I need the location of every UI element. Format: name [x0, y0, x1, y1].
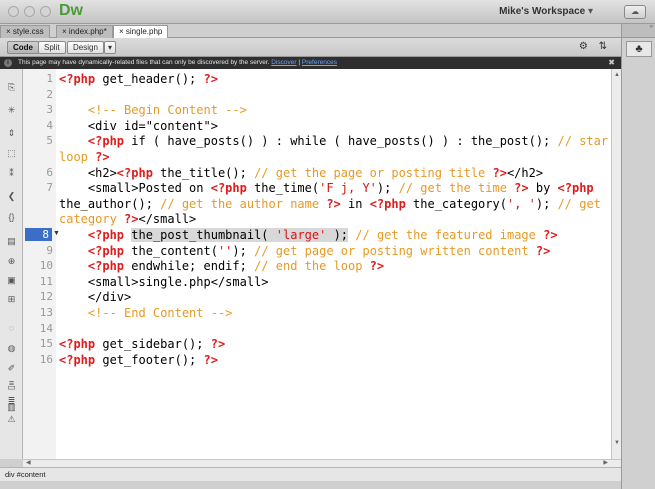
info-bar: i This page may have dynamically-related… — [0, 57, 621, 69]
discover-link[interactable]: Discover — [271, 59, 296, 66]
info-message: This page may have dynamically-related f… — [18, 59, 270, 66]
tab-single-php[interactable]: × single.php — [113, 25, 169, 38]
code-line[interactable]: <?php get_footer(); ?> — [59, 353, 609, 369]
highlight-invalid-code-icon[interactable]: ⊕ — [5, 255, 18, 268]
line-number: 9 — [46, 243, 53, 257]
close-icon[interactable]: × — [6, 27, 13, 36]
select-parent-tag-icon[interactable]: ❮ — [5, 190, 18, 203]
scroll-left-icon[interactable]: ◀ — [26, 459, 31, 466]
close-icon[interactable]: × — [62, 27, 69, 36]
code-line[interactable] — [59, 88, 609, 104]
code-line[interactable]: <?php get_header(); ?> — [59, 72, 609, 88]
code-line[interactable]: <?php endwhile; endif; // end the loop ?… — [59, 259, 609, 275]
open-documents-icon[interactable]: ⎘ — [5, 81, 18, 94]
collapse-selection-icon[interactable]: ⬚ — [5, 147, 18, 160]
line-number: 11 — [39, 274, 53, 288]
line-number: 14 — [39, 321, 53, 335]
code-line[interactable]: <?php the_content(''); // get page or po… — [59, 244, 609, 260]
chevron-down-icon: ▾ — [587, 6, 593, 17]
code-line[interactable]: <div id="content"> — [59, 119, 609, 135]
line-numbers-icon[interactable]: ▤ — [5, 235, 18, 248]
line-number: 12 — [39, 290, 53, 304]
files-panel-icon[interactable]: ♣ — [626, 41, 652, 57]
close-icon[interactable]: ✖ — [608, 57, 615, 69]
move-css-icon[interactable]: ▥ — [5, 401, 18, 414]
panel-dock: » ♣ — [621, 24, 655, 489]
code-line[interactable]: </div> — [59, 290, 609, 306]
info-icon: i — [4, 59, 12, 67]
design-dropdown-button[interactable]: ▾ — [104, 41, 117, 54]
line-number: 15 — [39, 337, 53, 351]
line-number: 4 — [46, 118, 53, 132]
code-line[interactable]: <h2><?php the_title(); // get the page o… — [59, 166, 609, 182]
close-icon[interactable]: × — [119, 27, 126, 36]
syntax-error-alerts-icon[interactable]: ▣ — [5, 274, 18, 287]
code-line[interactable]: <small>single.php</small> — [59, 275, 609, 291]
current-line-number: 8 — [25, 228, 52, 241]
window-bottom-edge — [0, 481, 621, 489]
code-line[interactable]: <!-- End Content --> — [59, 306, 609, 322]
workspace-label: Mike's Workspace — [499, 6, 586, 17]
tab-label: style.css — [12, 27, 44, 36]
line-number: 2 — [46, 87, 53, 101]
workspace-switcher[interactable]: Mike's Workspace ▾ — [499, 6, 593, 17]
code-line[interactable]: <?php the_post_thumbnail( 'large' ); // … — [59, 227, 609, 244]
line-number: 13 — [39, 306, 53, 319]
recent-snippets-icon[interactable]: ▭ — [5, 381, 18, 394]
code-line[interactable]: <?php if ( have_posts() ) : while ( have… — [59, 134, 609, 150]
word-wrap-icon[interactable]: ⊞ — [5, 293, 18, 306]
code-editor[interactable]: 1 2 3 4 5 6 7 8 ▼ 9 10 11 12 13 14 15 16… — [23, 69, 611, 459]
title-bar: Dw Mike's Workspace ▾ ☁ — [0, 0, 655, 24]
coding-toolbar: ⎘ ✳ ⇕ ⬚ ⁑ ❮ {} ▤ ⊕ ▣ ⊞ ◌ ◍ ✐ ▭ ▥ — [0, 69, 23, 459]
close-window-icon[interactable] — [8, 6, 19, 17]
tab-style-css[interactable]: × style.css — [0, 25, 50, 38]
code-view-button[interactable]: Code — [7, 41, 39, 54]
split-view-button[interactable]: Split — [38, 41, 66, 54]
zoom-window-icon[interactable] — [40, 6, 51, 17]
line-number: 3 — [46, 103, 53, 117]
code-line[interactable] — [59, 322, 609, 338]
scroll-right-icon[interactable]: ▶ — [603, 459, 608, 466]
expand-all-icon[interactable]: ⁑ — [5, 167, 18, 180]
code-line[interactable]: loop ?> — [59, 150, 609, 166]
code-line[interactable]: <?php get_sidebar(); ?> — [59, 337, 609, 353]
toolbar-options-icons[interactable]: ⚙ ⇅ — [579, 41, 611, 52]
horizontal-scrollbar[interactable]: ◀ ▶ — [23, 459, 621, 467]
document-toolbar: Code Split Design ▾ ⚙ ⇅ — [0, 38, 621, 57]
scroll-up-icon[interactable]: ▲ — [614, 72, 620, 78]
wrap-tag-icon[interactable]: ✐ — [5, 362, 18, 375]
show-code-navigator-icon[interactable]: ✳ — [5, 104, 18, 117]
preferences-link[interactable]: Preferences — [302, 59, 337, 66]
minimize-window-icon[interactable] — [24, 6, 35, 17]
document-tab-bar: × style.css × index.php* × single.php — [0, 24, 621, 38]
tag-selector-status-bar: div #content — [0, 467, 621, 481]
scroll-down-icon[interactable]: ▼ — [614, 440, 620, 446]
source-code[interactable]: <?php get_header(); ?> <!-- Begin Conten… — [59, 72, 609, 368]
tab-label: single.php — [125, 27, 163, 36]
collapse-full-tag-icon[interactable]: ⇕ — [5, 127, 18, 140]
line-number: 1 — [46, 72, 53, 85]
design-view-button[interactable]: Design — [67, 41, 104, 54]
panel-collapse-icon[interactable]: » — [622, 24, 655, 38]
vertical-scrollbar[interactable]: ▲ ▼ — [611, 69, 621, 459]
remove-comment-icon[interactable]: ◍ — [5, 342, 18, 355]
tab-label: index.php* — [68, 27, 107, 36]
app-logo: Dw — [59, 2, 83, 19]
line-number: 7 — [46, 181, 53, 195]
line-number: 5 — [46, 134, 53, 148]
code-line[interactable]: the_author(); // get the author name ?> … — [59, 197, 609, 213]
line-number: 10 — [39, 259, 53, 273]
code-line[interactable]: category ?></small> — [59, 212, 609, 228]
apply-comment-icon[interactable]: ◌ — [5, 322, 18, 335]
code-line[interactable]: <!-- Begin Content --> — [59, 103, 609, 119]
cloud-sync-icon[interactable]: ☁ — [624, 5, 646, 19]
line-number: 6 — [46, 165, 53, 179]
balance-braces-icon[interactable]: {} — [5, 211, 18, 224]
info-separator: | — [298, 59, 301, 66]
line-number-gutter: 1 2 3 4 5 6 7 8 ▼ 9 10 11 12 13 14 15 16 — [23, 69, 60, 459]
tag-path[interactable]: div #content — [5, 470, 45, 479]
line-number: 16 — [39, 352, 53, 366]
tab-index-php[interactable]: × index.php* — [56, 25, 113, 38]
code-line[interactable]: <small>Posted on <?php the_time('F j, Y'… — [59, 181, 609, 197]
